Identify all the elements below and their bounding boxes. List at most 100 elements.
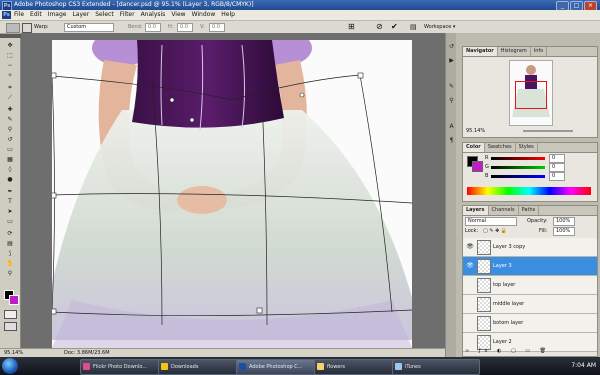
navigator-thumbnail[interactable] — [509, 60, 553, 126]
visibility-toggle[interactable] — [466, 319, 474, 327]
slice-tool-icon[interactable]: ⟋ — [6, 94, 14, 101]
b-input[interactable]: 0 — [549, 172, 565, 181]
b-slider[interactable] — [491, 175, 545, 178]
commit-transform-icon[interactable]: ✔ — [391, 22, 398, 32]
3d-rotate-tool-icon[interactable]: ⟳ — [6, 230, 14, 237]
tab-channels[interactable]: Channels — [489, 206, 519, 215]
blur-tool-icon[interactable]: ◊ — [6, 166, 14, 173]
healing-brush-tool-icon[interactable]: ✚ — [6, 106, 14, 113]
actions-panel-icon[interactable]: ▶ — [448, 57, 455, 64]
menu-help[interactable]: Help — [221, 10, 235, 20]
pen-tool-icon[interactable]: ✒ — [6, 188, 14, 195]
ps-menu-logo-icon[interactable]: Ps — [2, 11, 11, 19]
path-selection-tool-icon[interactable]: ➤ — [6, 208, 14, 215]
layer-actions-bar[interactable]: ∞ ƒx ◐ ▢ ▭ 🗑 — [465, 348, 550, 354]
tab-color[interactable]: Color — [463, 143, 485, 152]
blend-mode-select[interactable]: Normal — [465, 217, 517, 226]
zoom-tool-icon[interactable]: ⚲ — [6, 270, 14, 277]
brush-palette-icon[interactable]: ▤ — [410, 22, 417, 32]
visibility-eye-icon[interactable]: 👁 — [466, 262, 474, 270]
eyedropper-tool-icon[interactable]: ⟆ — [6, 250, 14, 257]
layer-row[interactable]: top layer — [463, 276, 597, 295]
marquee-tool-icon[interactable]: ⬚ — [6, 52, 14, 59]
tab-styles[interactable]: Styles — [516, 143, 538, 152]
taskbar-item-photoshop[interactable]: Adobe Photoshop C... — [236, 359, 324, 375]
warp-grid-icon[interactable] — [22, 23, 32, 33]
screen-mode-icon[interactable] — [4, 322, 17, 331]
menu-view[interactable]: View — [171, 10, 185, 20]
workspace-menu[interactable]: Workspace ▾ — [424, 23, 455, 31]
menu-analysis[interactable]: Analysis — [141, 10, 166, 20]
layer-row[interactable]: botom layer — [463, 314, 597, 333]
crop-tool-icon[interactable]: ⌗ — [6, 84, 14, 91]
menu-file[interactable]: File — [14, 10, 24, 20]
history-panel-icon[interactable]: ↺ — [448, 43, 455, 50]
notes-tool-icon[interactable]: ▤ — [6, 240, 14, 247]
transform-mode-icon[interactable]: ⊞ — [348, 22, 355, 32]
g-input[interactable]: 0 — [549, 163, 565, 172]
clone-source-panel-icon[interactable]: ⚲ — [448, 97, 455, 104]
menu-filter[interactable]: Filter — [120, 10, 135, 20]
taskbar-item-itunes[interactable]: iTunes — [392, 359, 480, 375]
taskbar-item-downloads[interactable]: Downloads — [158, 359, 246, 375]
gradient-tool-icon[interactable]: ▦ — [6, 156, 14, 163]
menu-layer[interactable]: Layer — [72, 10, 89, 20]
visibility-toggle[interactable] — [466, 338, 474, 346]
history-brush-tool-icon[interactable]: ↺ — [6, 136, 14, 143]
brushes-panel-icon[interactable]: ✎ — [448, 83, 455, 90]
taskbar-label: Downloads — [171, 364, 199, 370]
paragraph-panel-icon[interactable]: ¶ — [448, 137, 455, 144]
character-panel-icon[interactable]: A — [448, 123, 455, 130]
tab-layers[interactable]: Layers — [463, 206, 489, 215]
menu-image[interactable]: Image — [48, 10, 67, 20]
bend-input[interactable]: 0.0 — [145, 23, 161, 32]
layer-row[interactable]: 👁 Layer 3 copy — [463, 238, 597, 257]
menu-window[interactable]: Window — [192, 10, 216, 20]
r-slider[interactable] — [491, 157, 545, 160]
navigator-zoom[interactable]: 95.14% — [466, 128, 485, 134]
start-button[interactable] — [2, 358, 18, 374]
r-input[interactable]: 0 — [549, 154, 565, 163]
brush-tool-icon[interactable]: ✎ — [6, 116, 14, 123]
opacity-input[interactable]: 100% — [553, 217, 575, 226]
navigator-zoom-slider[interactable] — [523, 130, 573, 132]
fill-input[interactable]: 100% — [553, 227, 575, 236]
layer-row[interactable]: middle layer — [463, 295, 597, 314]
visibility-toggle[interactable] — [466, 300, 474, 308]
cancel-transform-icon[interactable]: ⊘ — [376, 22, 383, 32]
visibility-toggle[interactable] — [466, 281, 474, 289]
g-slider[interactable] — [491, 166, 545, 169]
visibility-eye-icon[interactable]: 👁 — [466, 243, 474, 251]
layer-name: Layer 2 — [493, 339, 512, 345]
tab-histogram[interactable]: Histogram — [498, 47, 531, 56]
clone-stamp-tool-icon[interactable]: ⚲ — [6, 126, 14, 133]
menu-edit[interactable]: Edit — [30, 10, 42, 20]
layer-row-selected[interactable]: 👁 Layer 3 — [463, 257, 597, 276]
tab-paths[interactable]: Paths — [519, 206, 540, 215]
warp-style-select[interactable]: Custom — [64, 23, 114, 32]
document-canvas[interactable] — [52, 40, 412, 348]
tab-navigator[interactable]: Navigator — [463, 47, 498, 56]
v-input[interactable]: 0.0 — [209, 23, 225, 32]
taskbar-item-flickr[interactable]: Flickr Photo Downlo... — [80, 359, 168, 375]
magic-wand-tool-icon[interactable]: ✧ — [6, 72, 14, 79]
taskbar-item-flowers[interactable]: flowers — [314, 359, 402, 375]
type-tool-icon[interactable]: T — [6, 198, 14, 205]
h-input[interactable]: 0.0 — [177, 23, 193, 32]
tab-info[interactable]: Info — [531, 47, 548, 56]
eraser-tool-icon[interactable]: ▭ — [6, 146, 14, 153]
shape-tool-icon[interactable]: ▭ — [6, 218, 14, 225]
lasso-tool-icon[interactable]: ∽ — [6, 62, 14, 69]
menu-select[interactable]: Select — [95, 10, 114, 20]
background-color-swatch[interactable] — [9, 295, 19, 305]
hand-tool-icon[interactable]: ✋ — [6, 260, 14, 267]
quick-mask-icon[interactable] — [4, 310, 17, 319]
tool-preset-icon[interactable] — [6, 23, 20, 33]
lock-icons[interactable]: ▢ ✎ ✥ 🔒 — [483, 228, 507, 234]
color-background-swatch[interactable] — [472, 161, 483, 172]
tab-swatches[interactable]: Swatches — [485, 143, 516, 152]
dodge-tool-icon[interactable]: ● — [6, 176, 14, 183]
move-tool-icon[interactable]: ✥ — [6, 42, 14, 49]
navigator-view-box[interactable] — [515, 81, 547, 109]
color-spectrum-ramp[interactable] — [467, 187, 591, 195]
